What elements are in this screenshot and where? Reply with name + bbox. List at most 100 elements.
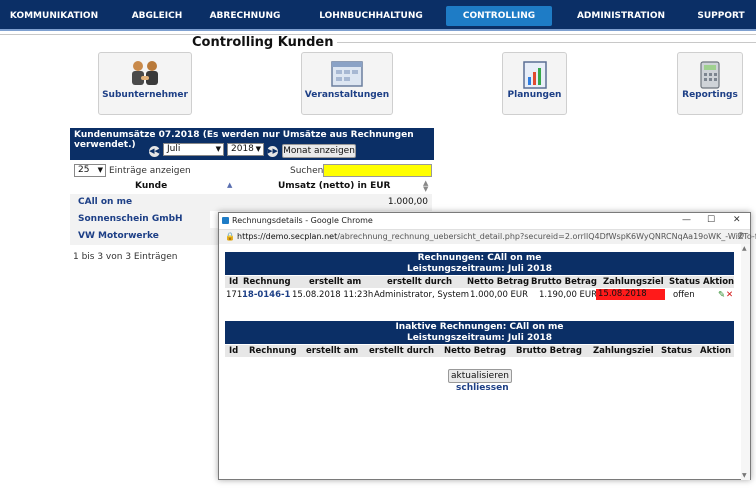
month-selector-row: ◀◀ Juli ▼ 2018 ▼ ▶▶ Monat anzeigen [70, 143, 434, 160]
close-link[interactable]: schliessen [456, 383, 509, 393]
invoice-number-link[interactable]: 18-0146-1 [242, 290, 290, 300]
nav-item-administration[interactable]: ADMINISTRATION [568, 6, 674, 26]
active-invoices-header: Rechnungen: CAll on me Leistungszeitraum… [225, 252, 734, 275]
col-erstellt-am: erstellt am [309, 277, 362, 287]
invoice-net-amount: 1.000,00 EUR [470, 290, 529, 300]
col-aktion: Aktion [700, 346, 732, 356]
chevron-down-icon: ▼ [255, 145, 261, 153]
active-invoices-period: Leistungszeitraum: Juli 2018 [406, 264, 553, 274]
invoice-details-window: Rechnungsdetails - Google Chrome — ☐ ✕ 🔒… [218, 212, 756, 480]
chevron-down-icon: ▼ [97, 166, 103, 174]
active-invoices-columns: Id Rechnung erstellt am erstellt durch N… [225, 276, 734, 288]
revenue-value: 1.000,00 [387, 197, 428, 207]
app-icon [222, 217, 229, 224]
table-info: 1 bis 3 von 3 Einträgen [73, 252, 178, 262]
nav-item-lohnbuchhaltung[interactable]: LOHNBUCHHALTUNG [316, 6, 426, 26]
tile-label: Planungen [507, 90, 562, 100]
col-zahlungsziel: Zahlungsziel [593, 346, 654, 356]
url-text: https://demo.secplan.net/abrechnung_rech… [237, 232, 756, 241]
search-label: Suchen [290, 166, 324, 176]
inactive-invoices-period: Leistungszeitraum: Juli 2018 [406, 333, 553, 343]
col-rechnung: Rechnung [243, 277, 291, 287]
nav-item-support[interactable]: SUPPORT [692, 6, 750, 26]
window-title: Rechnungsdetails - Google Chrome [232, 216, 373, 225]
month-select[interactable]: Juli ▼ [163, 143, 224, 156]
year-select-value: 2018 [231, 144, 254, 154]
edit-icon[interactable]: ✎ [718, 290, 725, 300]
invoice-row: 171 18-0146-1 15.08.2018 11:23h Administ… [225, 288, 734, 302]
customer-link[interactable]: VW Motorwerke [78, 231, 159, 241]
column-header-umsatz[interactable]: Umsatz (netto) in EUR [278, 181, 390, 191]
scrollbar[interactable]: ▲ ▼ [741, 244, 750, 480]
nav-item-abrechnung[interactable]: ABRECHNUNG [200, 6, 290, 26]
col-id: Id [229, 346, 239, 356]
maximize-icon[interactable]: ☐ [707, 215, 715, 225]
col-erstellt-durch: erstellt durch [387, 277, 453, 287]
customer-link[interactable]: CAll on me [78, 197, 132, 207]
page-size-label: Einträge anzeigen [109, 166, 191, 176]
delete-icon[interactable]: ✕ [726, 290, 733, 300]
col-netto: Netto Betrag [467, 277, 530, 287]
scroll-up-icon[interactable]: ▲ [742, 245, 747, 252]
calculator-icon [695, 59, 725, 94]
col-rechnung: Rechnung [249, 346, 297, 356]
col-erstellt-durch: erstellt durch [369, 346, 435, 356]
invoice-gross-amount: 1.190,00 EUR [539, 290, 598, 300]
page-size-value: 25 [78, 165, 90, 175]
refresh-button[interactable]: aktualisieren [448, 369, 512, 383]
col-status: Status [669, 277, 701, 287]
col-aktion: Aktion [703, 277, 735, 287]
lock-icon: 🔒 [225, 232, 235, 241]
year-select[interactable]: 2018 ▼ [227, 143, 264, 156]
url-host: https://demo.secplan.net [237, 232, 338, 241]
title-divider [330, 42, 756, 43]
planning-chart-icon [520, 59, 550, 94]
zoom-icon[interactable]: ⊕ [737, 231, 745, 241]
col-brutto: Brutto Betrag [516, 346, 582, 356]
invoice-created-by: Administrator, System [374, 290, 470, 300]
tile-label: Veranstaltungen [304, 90, 390, 100]
minimize-icon[interactable]: — [682, 215, 691, 225]
previous-month-icon[interactable]: ◀◀ [149, 146, 160, 157]
next-month-icon[interactable]: ▶▶ [267, 146, 278, 157]
col-netto: Netto Betrag [444, 346, 507, 356]
nav-item-abgleich[interactable]: ABGLEICH [118, 6, 196, 26]
calendar-board-icon [329, 59, 365, 94]
inactive-invoices-header: Inaktive Rechnungen: CAll on me Leistung… [225, 321, 734, 344]
search-input[interactable] [323, 164, 432, 177]
col-id: Id [229, 277, 239, 287]
top-navigation: KOMMUNIKATION ABGLEICH ABRECHNUNG LOHNBU… [0, 0, 756, 31]
close-icon[interactable]: ✕ [733, 215, 741, 225]
col-erstellt-am: erstellt am [306, 346, 359, 356]
inactive-invoices-columns: Id Rechnung erstellt am erstellt durch N… [225, 345, 734, 357]
inactive-invoices-title: Inaktive Rechnungen: CAll on me [395, 322, 564, 332]
invoice-created-at: 15.08.2018 11:23h [292, 290, 374, 300]
table-row: CAll on me 1.000,00 [70, 194, 432, 211]
chevron-down-icon: ▼ [215, 145, 221, 153]
nav-item-controlling[interactable]: CONTROLLING [446, 6, 552, 26]
col-status: Status [661, 346, 693, 356]
page-title: Controlling Kunden [188, 35, 338, 50]
month-select-value: Juli [167, 144, 181, 154]
tile-planungen[interactable]: Planungen [502, 52, 567, 115]
tile-reportings[interactable]: Reportings [677, 52, 743, 115]
nav-divider [0, 34, 756, 35]
show-month-button[interactable]: Monat anzeigen [282, 144, 356, 158]
column-header-kunde[interactable]: Kunde [135, 181, 167, 191]
active-invoices-title: Rechnungen: CAll on me [417, 253, 542, 263]
customer-link[interactable]: Sonnenschein GmbH [78, 214, 183, 224]
sort-both-icon: ▲ ▼ [423, 179, 429, 193]
invoice-status: offen [673, 290, 695, 300]
nav-item-kommunikation[interactable]: KOMMUNIKATION [6, 6, 102, 26]
address-bar[interactable]: 🔒 https://demo.secplan.net/abrechnung_re… [219, 230, 756, 244]
col-brutto: Brutto Betrag [531, 277, 597, 287]
scroll-down-icon[interactable]: ▼ [742, 472, 747, 479]
handshake-icon [127, 59, 163, 94]
tile-label: Reportings [682, 90, 738, 100]
sort-ascending-icon: ▲ [227, 181, 233, 189]
invoice-due-date: 15.08.2018 [596, 289, 665, 300]
tile-subunternehmer[interactable]: Subunternehmer [98, 52, 192, 115]
tile-veranstaltungen[interactable]: Veranstaltungen [301, 52, 393, 115]
page-size-select[interactable]: 25 ▼ [74, 164, 106, 177]
url-path: /abrechnung_rechnung_uebersicht_detail.p… [337, 232, 756, 241]
